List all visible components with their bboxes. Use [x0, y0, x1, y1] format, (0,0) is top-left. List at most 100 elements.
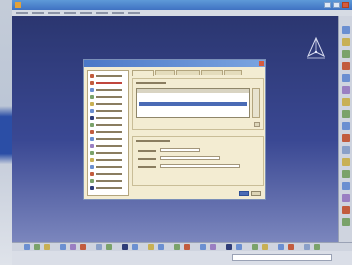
- toolbar-icon[interactable]: [342, 86, 350, 94]
- toolbar-icon[interactable]: [148, 244, 154, 250]
- menu-item-edit[interactable]: [48, 12, 60, 14]
- toolbar-icon[interactable]: [184, 244, 190, 250]
- list-add-button[interactable]: [254, 122, 260, 127]
- tree-item-selected[interactable]: [90, 80, 128, 85]
- toolbar-icon[interactable]: [80, 244, 86, 250]
- toolbar-icon[interactable]: [106, 244, 112, 250]
- options-group: [132, 136, 264, 186]
- tree-node-icon: [90, 186, 94, 190]
- tree-item-label: [96, 82, 122, 84]
- tree-item[interactable]: [90, 136, 128, 141]
- option-field[interactable]: [160, 156, 220, 160]
- toolbar-icon[interactable]: [304, 244, 310, 250]
- option-field[interactable]: [160, 164, 240, 168]
- toolbar-icon[interactable]: [60, 244, 66, 250]
- toolbar-icon[interactable]: [314, 244, 320, 250]
- minimize-button[interactable]: [324, 2, 331, 8]
- toolbar-icon[interactable]: [342, 170, 350, 178]
- toolbar-icon[interactable]: [226, 244, 232, 250]
- menu-item-start[interactable]: [16, 12, 28, 14]
- toolbar-icon[interactable]: [24, 244, 30, 250]
- tree-node-icon: [90, 95, 94, 99]
- group-caption: [136, 82, 166, 84]
- tab-general[interactable]: [132, 70, 154, 76]
- tree-item[interactable]: [90, 178, 128, 183]
- toolbar-icon[interactable]: [252, 244, 258, 250]
- option-field[interactable]: [160, 148, 200, 152]
- tree-item[interactable]: [90, 94, 128, 99]
- tree-item[interactable]: [90, 150, 128, 155]
- tree-item[interactable]: [90, 157, 128, 162]
- toolbar-icon[interactable]: [342, 98, 350, 106]
- menu-item-tools[interactable]: [96, 12, 108, 14]
- toolbar-icon[interactable]: [342, 50, 350, 58]
- tree-item-label: [96, 145, 122, 147]
- toolbar-icon[interactable]: [96, 244, 102, 250]
- tree-item[interactable]: [90, 164, 128, 169]
- toolbar-icon[interactable]: [342, 158, 350, 166]
- toolbar-icon[interactable]: [44, 244, 50, 250]
- toolbar-icon[interactable]: [342, 146, 350, 154]
- toolbar-icon[interactable]: [342, 182, 350, 190]
- toolbar-icon[interactable]: [174, 244, 180, 250]
- toolbar-icon[interactable]: [342, 110, 350, 118]
- tree-item[interactable]: [90, 143, 128, 148]
- menu-item-view[interactable]: [64, 12, 76, 14]
- tree-item[interactable]: [90, 101, 128, 106]
- tree-item[interactable]: [90, 73, 128, 78]
- ok-button[interactable]: [239, 191, 249, 196]
- menu-item-window[interactable]: [112, 12, 124, 14]
- toolbar-icon[interactable]: [278, 244, 284, 250]
- maximize-button[interactable]: [333, 2, 340, 8]
- toolbar-icon[interactable]: [210, 244, 216, 250]
- tab-devices[interactable]: [224, 70, 242, 75]
- toolbar-icon[interactable]: [342, 62, 350, 70]
- tree-item[interactable]: [90, 122, 128, 127]
- menu-item-insert[interactable]: [80, 12, 92, 14]
- toolbar-icon[interactable]: [122, 244, 128, 250]
- toolbar-icon[interactable]: [70, 244, 76, 250]
- menu-item-file[interactable]: [32, 12, 44, 14]
- list-item[interactable]: [139, 114, 247, 118]
- tree-node-icon: [90, 172, 94, 176]
- dialog-close-button[interactable]: [259, 61, 264, 66]
- title-bar: [12, 0, 352, 10]
- tree-item[interactable]: [90, 87, 128, 92]
- toolbar-icon[interactable]: [342, 74, 350, 82]
- tree-item[interactable]: [90, 171, 128, 176]
- menu-item-help[interactable]: [128, 12, 140, 14]
- toolbar-icon[interactable]: [342, 194, 350, 202]
- tab-compatibility[interactable]: [176, 70, 200, 75]
- toolbar-icon[interactable]: [342, 134, 350, 142]
- tree-node-icon: [90, 81, 94, 85]
- toolbar-icon[interactable]: [262, 244, 268, 250]
- tab-parameters[interactable]: [201, 70, 223, 75]
- toolbar-icon[interactable]: [200, 244, 206, 250]
- options-tabs: [132, 70, 242, 76]
- toolbar-icon[interactable]: [158, 244, 164, 250]
- tree-node-icon: [90, 179, 94, 183]
- toolbar-icon[interactable]: [236, 244, 242, 250]
- tree-item[interactable]: [90, 129, 128, 134]
- toolbar-icon[interactable]: [34, 244, 40, 250]
- cancel-button[interactable]: [251, 191, 261, 196]
- compass-icon[interactable]: [304, 36, 328, 62]
- list-scrollbar[interactable]: [252, 88, 260, 118]
- command-input[interactable]: [232, 254, 332, 261]
- status-bar: [12, 251, 352, 265]
- toolbar-icon[interactable]: [288, 244, 294, 250]
- toolbar-icon[interactable]: [342, 206, 350, 214]
- tree-item[interactable]: [90, 185, 128, 190]
- tree-node-icon: [90, 165, 94, 169]
- toolbar-icon[interactable]: [342, 26, 350, 34]
- tree-item[interactable]: [90, 108, 128, 113]
- tree-node-icon: [90, 123, 94, 127]
- tree-item[interactable]: [90, 115, 128, 120]
- close-button[interactable]: [342, 2, 349, 8]
- toolbar-icon[interactable]: [342, 122, 350, 130]
- tab-display[interactable]: [155, 70, 175, 75]
- toolbar-icon[interactable]: [342, 38, 350, 46]
- toolbar-icon[interactable]: [342, 218, 350, 226]
- settings-list[interactable]: [136, 88, 250, 118]
- toolbar-icon[interactable]: [132, 244, 138, 250]
